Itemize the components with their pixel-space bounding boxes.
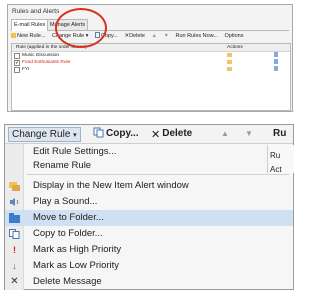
menu-item-label: Copy to Folder... xyxy=(33,228,103,239)
menu-item-delete-message[interactable]: ✕ Delete Message xyxy=(5,274,293,290)
dialog-toolbar: New Rule... Change Rule ▾ Copy... ✕Delet… xyxy=(11,32,248,41)
rule-name: FYI xyxy=(22,67,30,72)
rule-name: Food Enthusiasts Rule xyxy=(22,60,71,65)
menu-item-label: Display in the New Item Alert window xyxy=(33,180,189,191)
low-priority-icon: ↓ xyxy=(12,261,17,271)
new-rule-button[interactable]: New Rule... xyxy=(11,33,45,39)
rule-name: Music Discussion xyxy=(22,53,60,58)
change-rule-menu: Change Rule ▾ Copy... ✕ Delete ▲ ▼ Ru Ru … xyxy=(4,124,294,290)
tab-strip: E-mail Rules Manage Alerts xyxy=(11,19,289,31)
new-rule-label: New Rule... xyxy=(17,33,46,39)
rule-list-header: Rule (applied in the order shown) Action… xyxy=(12,44,290,52)
chevron-down-icon: ▾ xyxy=(73,132,77,139)
move-down-icon[interactable]: ▼ xyxy=(245,127,253,141)
delete-x-icon: ✕ xyxy=(10,276,19,287)
menu-item-label: Mark as High Priority xyxy=(33,244,122,255)
speaker-icon xyxy=(9,197,20,207)
menu-separator xyxy=(27,174,289,175)
menu-item-move-to-folder[interactable]: Move to Folder... xyxy=(5,210,293,226)
rule-row[interactable]: FYI xyxy=(12,66,290,73)
action-icon xyxy=(227,67,232,71)
run-rules-button[interactable]: Ru xyxy=(273,127,286,141)
action-icon xyxy=(274,59,278,64)
rule-row[interactable]: Music Discussion xyxy=(12,52,290,59)
delete-label: Delete xyxy=(162,128,193,139)
menu-item-high-priority[interactable]: ! Mark as High Priority xyxy=(5,242,293,258)
dialog-title: Rules and Alerts xyxy=(12,8,60,15)
menu-item-rename-rule[interactable]: Rename Rule xyxy=(5,158,293,174)
rule-row[interactable]: ✔ Food Enthusiasts Rule xyxy=(12,59,290,66)
menu-item-copy-to-folder[interactable]: Copy to Folder... xyxy=(5,226,293,242)
action-icon xyxy=(274,52,278,57)
action-icon xyxy=(227,60,232,64)
change-rule-dropdown-button[interactable]: Change Rule ▾ xyxy=(8,127,81,142)
menu-item-play-sound[interactable]: Play a Sound... xyxy=(5,194,293,210)
actions-column-header[interactable]: Actions xyxy=(227,44,243,51)
highlight-circle xyxy=(55,8,107,48)
copy-folder-icon xyxy=(9,229,20,239)
copy-button[interactable]: Copy... xyxy=(93,127,139,141)
menu-item-label: Mark as Low Priority xyxy=(33,260,120,271)
menu-toolbar: Change Rule ▾ Copy... ✕ Delete ▲ ▼ Ru xyxy=(5,125,293,144)
copy-label: Copy... xyxy=(106,128,139,139)
delete-button[interactable]: ✕Delete xyxy=(124,33,145,39)
menu-item-low-priority[interactable]: ↓ Mark as Low Priority xyxy=(5,258,293,274)
menu-item-label: Play a Sound... xyxy=(33,196,98,207)
move-up-icon[interactable]: ▲ xyxy=(221,127,229,141)
rule-checkbox[interactable] xyxy=(14,67,20,73)
move-up-icon[interactable]: ▲ xyxy=(152,33,157,39)
delete-button[interactable]: ✕Delete xyxy=(151,127,192,142)
options-label: Options xyxy=(224,33,244,39)
action-icon xyxy=(227,53,232,57)
copy-icon xyxy=(93,127,104,138)
tab-email-rules[interactable]: E-mail Rules xyxy=(11,19,49,31)
run-rules-now-button[interactable]: Run Rules Now... xyxy=(175,33,218,39)
run-label: Ru xyxy=(273,128,287,139)
change-rule-label: Change Rule xyxy=(12,129,71,140)
options-button[interactable]: Options xyxy=(225,33,244,39)
alert-window-icon xyxy=(9,181,20,191)
high-priority-icon: ! xyxy=(13,245,16,255)
menu-item-display-alert[interactable]: Display in the New Item Alert window xyxy=(5,178,293,194)
rules-and-alerts-dialog: Rules and Alerts E-mail Rules Manage Ale… xyxy=(7,4,293,112)
menu-item-label: Rename Rule xyxy=(33,160,92,171)
rule-list: Rule (applied in the order shown) Action… xyxy=(11,43,291,111)
run-rules-label: Run Rules Now... xyxy=(175,33,218,39)
new-rule-icon xyxy=(11,33,16,38)
action-icon xyxy=(274,66,278,71)
delete-icon: ✕ xyxy=(151,129,161,141)
menu-item-label: Move to Folder... xyxy=(33,212,104,223)
menu-item-label: Delete Message xyxy=(33,276,102,287)
move-down-icon[interactable]: ▼ xyxy=(163,33,168,39)
delete-label: Delete xyxy=(129,33,145,39)
move-folder-icon xyxy=(9,213,20,223)
